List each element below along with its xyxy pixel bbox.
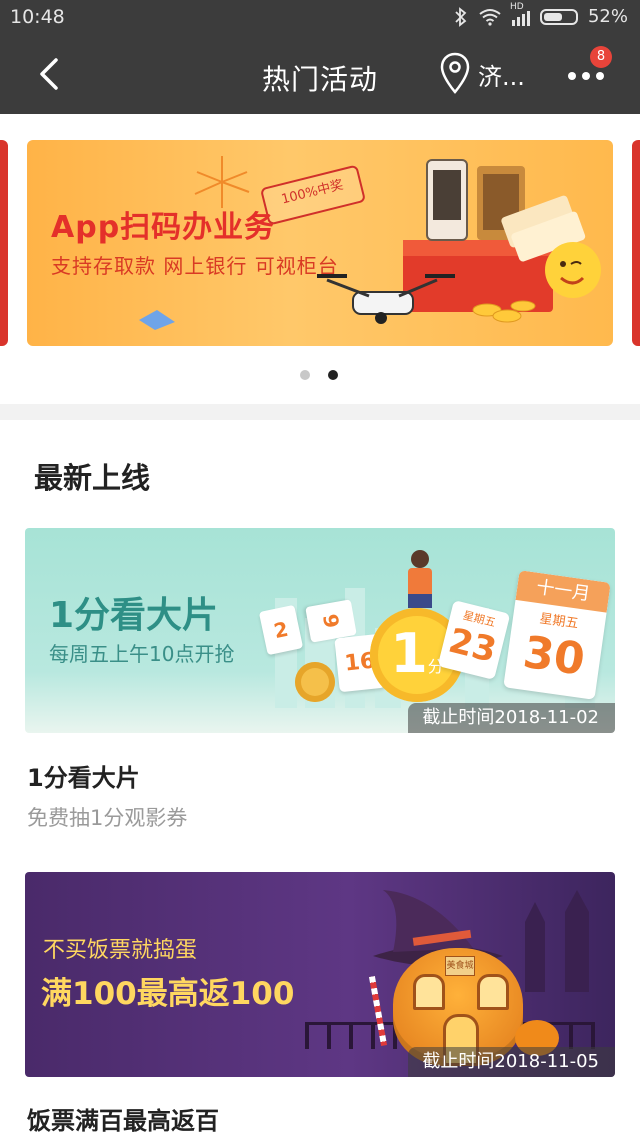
notification-badge: 8 <box>590 46 612 68</box>
activity-banner-meal[interactable]: 不买饭票就捣蛋 满100最高返100 美食城 截止时间2018-11-05 <box>25 872 615 1077</box>
shop-sign: 美食城 <box>445 956 475 976</box>
carousel-dot <box>300 370 310 380</box>
banner-title: App扫码办业务 <box>51 210 276 245</box>
prize-illustration <box>317 159 601 324</box>
coin-value: 1 <box>390 622 428 685</box>
battery-percent: 52% <box>587 6 628 27</box>
calendar-day: 30 <box>520 626 588 686</box>
carousel-indicator <box>300 370 338 380</box>
ribbon-decoration <box>139 310 175 330</box>
castle-silhouette <box>525 890 589 992</box>
wifi-icon <box>479 8 501 26</box>
calendar-big: 十一月 星期五 30 <box>503 570 611 700</box>
banner-line1: 不买饭票就捣蛋 <box>43 938 198 963</box>
signal-label: HD <box>509 1 524 12</box>
title-bar: 热门活动 济... 8 <box>0 36 640 114</box>
person-figure <box>405 550 435 610</box>
status-time: 10:48 <box>10 6 65 28</box>
activity-banner-movie[interactable]: 1分看大片 每周五上午10点开抢 2 9 16 1分 星期五 23 十一月 星期… <box>25 528 615 733</box>
more-dots-icon[interactable] <box>566 66 606 86</box>
carousel-banner[interactable]: 100%中奖 App扫码办业务 支持存取款 网上银行 可视柜台 <box>27 140 613 346</box>
location-selector[interactable]: 济... <box>440 52 525 96</box>
deadline-label: 截止时间2018-11-05 <box>408 1047 615 1077</box>
banner-subline: 每周五上午10点开抢 <box>49 642 235 666</box>
carousel-next-peek[interactable] <box>632 140 640 346</box>
location-pin-icon <box>440 52 470 94</box>
signal-icon: HD <box>510 2 530 26</box>
section-title: 最新上线 <box>34 461 151 495</box>
calendar-day: 2 <box>271 616 291 644</box>
carousel-prev-peek[interactable] <box>0 140 8 346</box>
page-title: 热门活动 <box>261 63 378 96</box>
status-icons: HD 52% <box>454 2 628 27</box>
activity-title[interactable]: 饭票满百最高返百 <box>27 1101 219 1136</box>
film-reel <box>295 662 335 702</box>
banner-headline: 1分看大片 <box>49 595 219 636</box>
banner-line2: 满100最高返100 <box>41 976 295 1012</box>
section-divider <box>0 404 640 420</box>
banner-subtitle: 支持存取款 网上银行 可视柜台 <box>51 254 339 278</box>
banner-carousel[interactable]: 100%中奖 App扫码办业务 支持存取款 网上银行 可视柜台 <box>0 114 640 404</box>
deadline-label: 截止时间2018-11-02 <box>408 703 615 733</box>
activity-title[interactable]: 1分看大片 <box>27 758 140 793</box>
activity-subtitle: 免费抽1分观影券 <box>27 806 188 830</box>
location-label: 济... <box>478 62 525 91</box>
bluetooth-icon <box>455 6 467 27</box>
carousel-dot-active <box>328 370 338 380</box>
calendar-day: 9 <box>317 612 345 630</box>
battery-icon <box>539 8 578 25</box>
status-bar: 10:48 HD 52% <box>0 0 640 36</box>
